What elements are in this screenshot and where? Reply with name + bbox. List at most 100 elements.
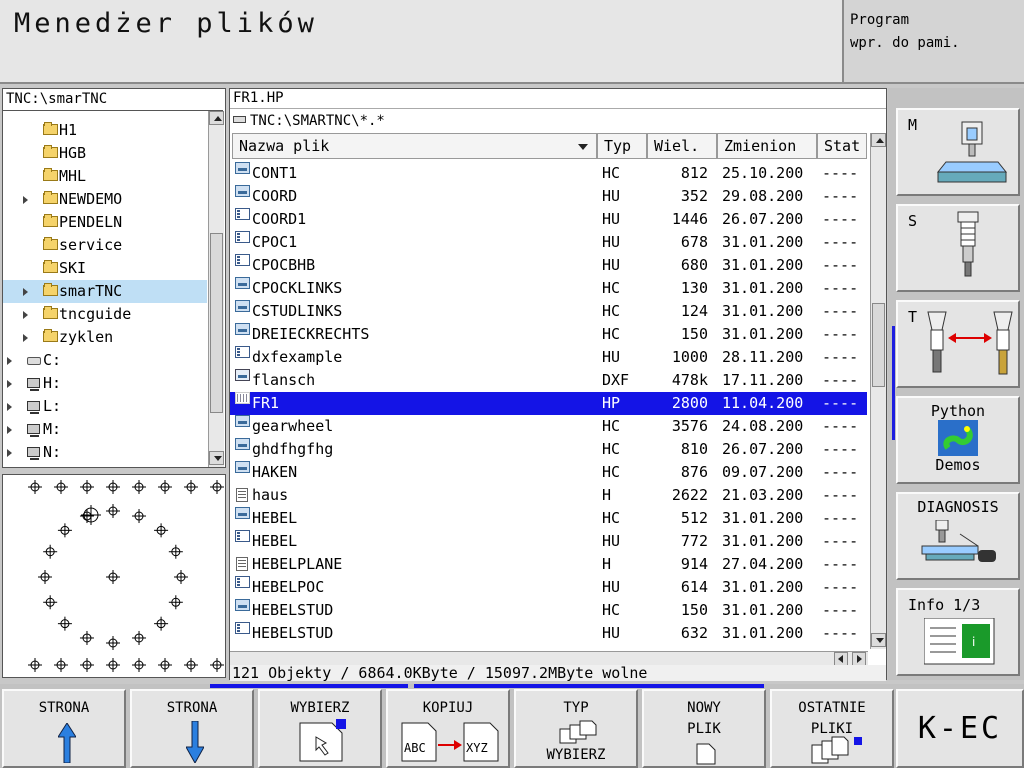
hole-marker [132,630,147,645]
diagnosis-icon [921,520,996,562]
file-row[interactable]: HEBEL HC 512 31.01.200 ---- [230,507,867,530]
recent-files-softkey[interactable]: OSTATNIE PLIKI [770,689,894,768]
new-file-softkey[interactable]: NOWY PLIK [642,689,766,768]
softkey-info[interactable]: Info 1/3 i [896,588,1020,676]
expand-arrow-icon[interactable] [7,357,12,365]
expand-arrow-icon[interactable] [23,288,28,296]
arrow-up-icon [58,723,76,763]
expand-arrow-icon[interactable] [7,380,12,388]
file-row[interactable]: COORD1 HU 1446 26.07.200 ---- [230,208,867,231]
scroll-right-arrow[interactable] [852,652,866,666]
file-status: ---- [822,394,859,412]
file-list-scrollbar[interactable] [870,133,886,649]
file-modified: 31.01.200 [722,233,804,251]
file-row[interactable]: HAKEN HC 876 09.07.200 ---- [230,461,867,484]
file-type: HC [602,509,621,527]
tree-item[interactable]: C: [3,349,207,372]
file-name: flansch [252,371,316,389]
expand-arrow-icon[interactable] [7,403,12,411]
scroll-thumb[interactable] [210,233,223,413]
expand-arrow-icon[interactable] [23,334,28,342]
file-row[interactable]: CSTUDLINKS HC 124 31.01.200 ---- [230,300,867,323]
select-softkey[interactable]: WYBIERZ [258,689,382,768]
folder-icon [43,329,58,342]
file-row[interactable]: DREIECKRECHTS HC 150 31.01.200 ---- [230,323,867,346]
scroll-down-arrow[interactable] [209,451,224,465]
file-row[interactable]: COORD HU 352 29.08.200 ---- [230,185,867,208]
file-type: HP [602,394,621,412]
end-softkey[interactable]: K-EC [896,689,1024,768]
scroll-up-arrow[interactable] [209,111,224,125]
softkey-tool[interactable]: T [896,300,1020,388]
tree-item[interactable]: H: [3,372,207,395]
file-row[interactable]: CPOCKLINKS HC 130 31.01.200 ---- [230,277,867,300]
side-softkey-marker [892,326,895,440]
softkey-machine[interactable]: M [896,108,1020,196]
softkey-spindle[interactable]: S [896,204,1020,292]
tree-item[interactable]: SKI [3,257,207,280]
mode-line-1: Program [850,12,910,28]
file-hc-icon [235,185,250,197]
expand-arrow-icon[interactable] [23,311,28,319]
softkey-python-demos[interactable]: Python Demos [896,396,1020,484]
tree-item[interactable]: N: [3,441,207,464]
scroll-left-arrow[interactable] [834,652,848,666]
expand-arrow-icon[interactable] [7,449,12,457]
tree-item[interactable]: smarTNC [3,280,207,303]
tree-item[interactable]: tncguide [3,303,207,326]
tree-scrollbar[interactable] [208,111,224,467]
file-row[interactable]: HEBELPLANE H 914 27.04.200 ---- [230,553,867,576]
tree-item[interactable]: MHL [3,165,207,188]
tree-item[interactable]: NEWDEMO [3,188,207,211]
tree-item[interactable]: service [3,234,207,257]
softkey-diagnosis[interactable]: DIAGNOSIS [896,492,1020,580]
column-type[interactable]: Typ [597,133,647,159]
file-row[interactable]: HEBELPOC HU 614 31.01.200 ---- [230,576,867,599]
selected-file-path: FR1.HP [230,89,886,109]
file-row[interactable]: CONT1 HC 812 25.10.200 ---- [230,162,867,185]
tree-item[interactable]: PENDELN [3,211,207,234]
file-row[interactable]: CPOCBHB HU 680 31.01.200 ---- [230,254,867,277]
file-size: 124 [680,302,708,320]
file-row[interactable]: flansch DXF 478k 17.11.200 ---- [230,369,867,392]
tree-item[interactable]: zyklen [3,326,207,349]
file-name: HEBEL [252,509,298,527]
copy-softkey[interactable]: KOPIUJ ABC XYZ [386,689,510,768]
file-type: H [602,486,612,504]
file-row[interactable]: ghdfhgfhg HC 810 26.07.200 ---- [230,438,867,461]
column-status[interactable]: Stat [817,133,867,159]
file-modified: 11.04.200 [722,394,804,412]
file-row[interactable]: FR1 HP 2800 11.04.200 ---- [230,392,867,415]
file-row[interactable]: HEBELSTUD HU 632 31.01.200 ---- [230,622,867,645]
scroll-up-arrow[interactable] [871,133,886,147]
file-modified: 31.01.200 [722,509,804,527]
file-hc-icon [235,277,250,289]
column-name[interactable]: Nazwa plik [232,133,597,159]
expand-arrow-icon[interactable] [7,426,12,434]
tree-item[interactable]: HGB [3,142,207,165]
file-row[interactable]: gearwheel HC 3576 24.08.200 ---- [230,415,867,438]
file-row[interactable]: CPOC1 HU 678 31.01.200 ---- [230,231,867,254]
file-row[interactable]: HEBELSTUD HC 150 31.01.200 ---- [230,599,867,622]
page-down-softkey[interactable]: STRONA [130,689,254,768]
scroll-down-arrow[interactable] [871,633,886,647]
tree-item[interactable]: M: [3,418,207,441]
file-hu-icon [235,576,250,588]
select-type-softkey[interactable]: TYP WYBIERZ [514,689,638,768]
column-modified[interactable]: Zmienion [717,133,817,159]
tree-item[interactable]: L: [3,395,207,418]
horizontal-scrollbar[interactable] [230,651,868,666]
file-hu-icon [235,208,250,220]
page-up-softkey[interactable]: STRONA [2,689,126,768]
column-size[interactable]: Wiel. [647,133,717,159]
hole-marker [57,523,72,538]
file-status: ---- [822,371,859,389]
file-row[interactable]: dxfexample HU 1000 28.11.200 ---- [230,346,867,369]
expand-arrow-icon[interactable] [23,196,28,204]
file-row[interactable]: haus H 2622 21.03.200 ---- [230,484,867,507]
scroll-thumb[interactable] [872,303,885,387]
tree-item[interactable]: H1 [3,119,207,142]
file-modified: 31.01.200 [722,256,804,274]
file-row[interactable]: HEBEL HU 772 31.01.200 ---- [230,530,867,553]
file-type: HC [602,279,621,297]
